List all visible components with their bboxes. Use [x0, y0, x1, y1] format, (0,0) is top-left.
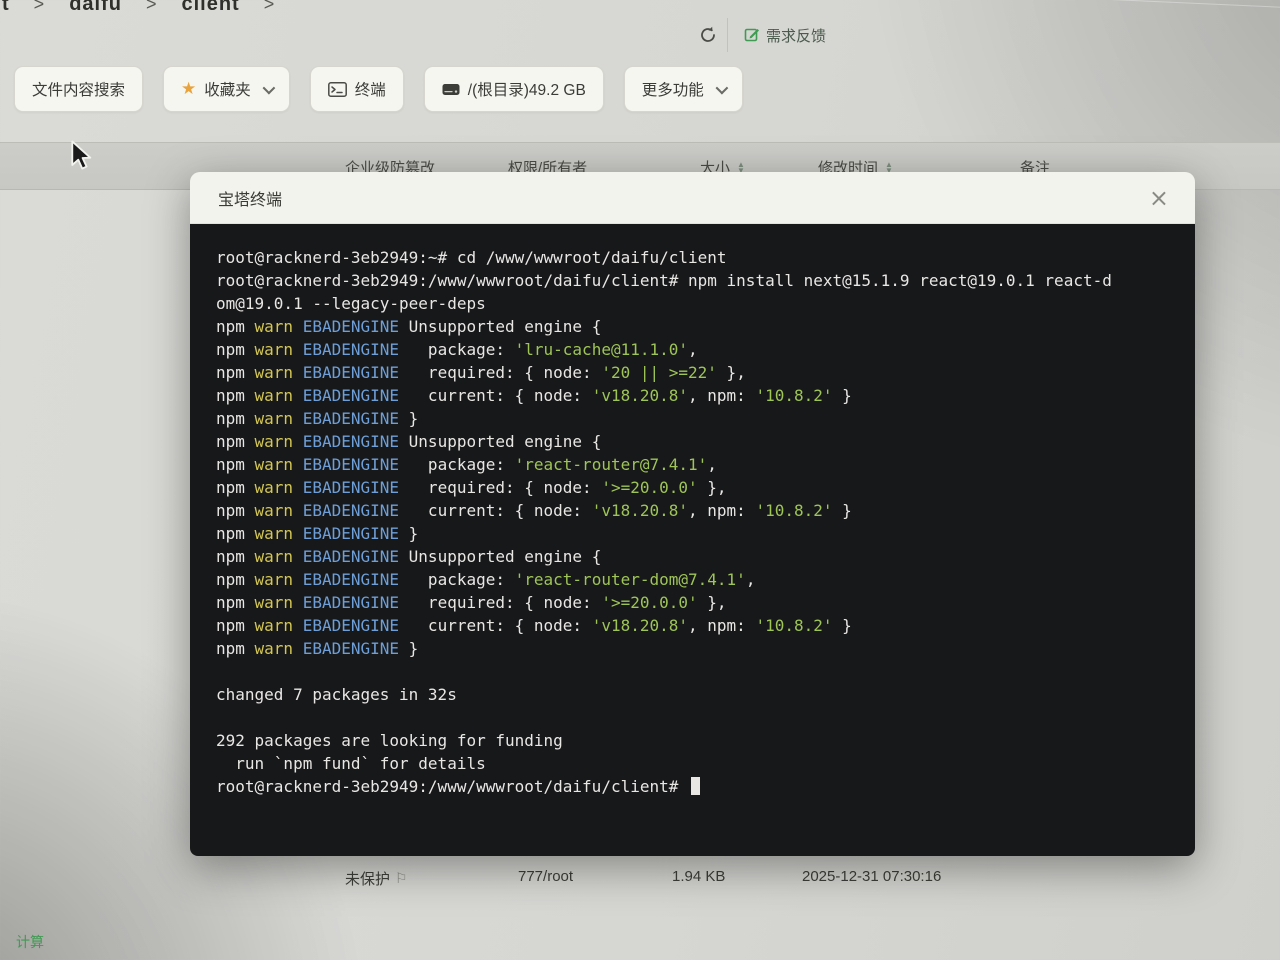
- refresh-icon: [698, 25, 718, 45]
- chevron-right-icon: >: [146, 0, 158, 15]
- terminal-line: npm warn EBADENGINE package: 'react-rout…: [216, 568, 1179, 591]
- terminal-line: root@racknerd-3eb2949:/www/wwwroot/daifu…: [216, 775, 1179, 798]
- terminal-line: npm warn EBADENGINE }: [216, 407, 1179, 430]
- file-content-search-label: 文件内容搜索: [32, 78, 125, 100]
- terminal-line: npm warn EBADENGINE Unsupported engine {: [216, 430, 1179, 453]
- modified-time-cell: 2025-12-31 07:30:16: [802, 868, 941, 885]
- size-cell: 1.94 KB: [672, 868, 725, 885]
- terminal-line: npm warn EBADENGINE Unsupported engine {: [216, 315, 1179, 338]
- top-actions: 需求反馈: [688, 18, 826, 52]
- terminal-line: npm warn EBADENGINE required: { node: '2…: [216, 361, 1179, 384]
- terminal-line: npm warn EBADENGINE current: { node: 'v1…: [216, 614, 1179, 637]
- terminal-line: npm warn EBADENGINE }: [216, 522, 1179, 545]
- chevron-right-icon: >: [264, 0, 276, 15]
- terminal-label: 终端: [355, 78, 386, 100]
- protection-status-cell: 未保护 ⚐: [345, 868, 408, 889]
- toolbar: 文件内容搜索 ★ 收藏夹 终端 /(根目录)49.2 GB 更多功能: [14, 66, 743, 112]
- feedback-label: 需求反馈: [766, 25, 826, 46]
- terminal-line: root@racknerd-3eb2949:/www/wwwroot/daifu…: [216, 269, 1179, 292]
- root-directory-button[interactable]: /(根目录)49.2 GB: [424, 66, 604, 112]
- terminal-line: npm warn EBADENGINE package: 'lru-cache@…: [216, 338, 1179, 361]
- favorites-label: 收藏夹: [204, 78, 251, 100]
- terminal-line: npm warn EBADENGINE required: { node: '>…: [216, 591, 1179, 614]
- terminal-line: npm warn EBADENGINE package: 'react-rout…: [216, 453, 1179, 476]
- feedback-link[interactable]: 需求反馈: [744, 25, 826, 46]
- terminal-line: changed 7 packages in 32s: [216, 683, 1179, 706]
- breadcrumb-item-client[interactable]: client: [181, 0, 239, 16]
- terminal-line: npm warn EBADENGINE Unsupported engine {: [216, 545, 1179, 568]
- file-content-search-button[interactable]: 文件内容搜索: [14, 66, 143, 112]
- more-functions-button[interactable]: 更多功能: [624, 66, 743, 112]
- terminal-line: om@19.0.1 --legacy-peer-deps: [216, 292, 1179, 315]
- close-icon[interactable]: ×: [1149, 186, 1169, 210]
- breadcrumb: t > daifu > client >: [2, 0, 275, 16]
- terminal-cursor: [691, 777, 700, 795]
- permission-cell: 777/root: [518, 868, 573, 885]
- root-directory-label: /(根目录)49.2 GB: [468, 78, 586, 100]
- terminal-line: npm warn EBADENGINE required: { node: '>…: [216, 476, 1179, 499]
- terminal-line: root@racknerd-3eb2949:~# cd /www/wwwroot…: [216, 246, 1179, 269]
- terminal-modal-title: 宝塔终端: [218, 186, 282, 210]
- table-row[interactable]: 未保护 ⚐ 777/root 1.94 KB 2025-12-31 07:30:…: [0, 856, 1280, 902]
- terminal-line: [216, 706, 1179, 729]
- terminal-modal: 宝塔终端 × root@racknerd-3eb2949:~# cd /www/…: [190, 172, 1195, 856]
- flag-icon: ⚐: [395, 870, 408, 887]
- terminal-line: npm warn EBADENGINE current: { node: 'v1…: [216, 499, 1179, 522]
- terminal-line: npm warn EBADENGINE current: { node: 'v1…: [216, 384, 1179, 407]
- chevron-down-icon: [262, 81, 275, 94]
- terminal-line: [216, 660, 1179, 683]
- terminal-modal-header: 宝塔终端 ×: [190, 172, 1195, 224]
- terminal-line: 292 packages are looking for funding: [216, 729, 1179, 752]
- protection-label: 未保护: [345, 868, 390, 889]
- terminal-line: npm warn EBADENGINE }: [216, 637, 1179, 660]
- refresh-button[interactable]: [688, 18, 728, 52]
- terminal-line: run `npm fund` for details: [216, 752, 1179, 775]
- feedback-icon: [744, 27, 760, 43]
- terminal-output[interactable]: root@racknerd-3eb2949:~# cd /www/wwwroot…: [190, 224, 1195, 856]
- calculate-link[interactable]: 计算: [16, 932, 44, 952]
- breadcrumb-item-root[interactable]: t: [2, 0, 10, 16]
- terminal-button[interactable]: 终端: [310, 66, 404, 112]
- star-icon: ★: [181, 79, 196, 99]
- terminal-icon: [328, 82, 347, 97]
- chevron-right-icon: >: [34, 0, 46, 15]
- breadcrumb-item-daifu[interactable]: daifu: [69, 0, 122, 16]
- chevron-down-icon: [715, 81, 728, 94]
- disk-icon: [442, 83, 460, 96]
- favorites-button[interactable]: ★ 收藏夹: [163, 66, 290, 112]
- more-functions-label: 更多功能: [642, 78, 704, 100]
